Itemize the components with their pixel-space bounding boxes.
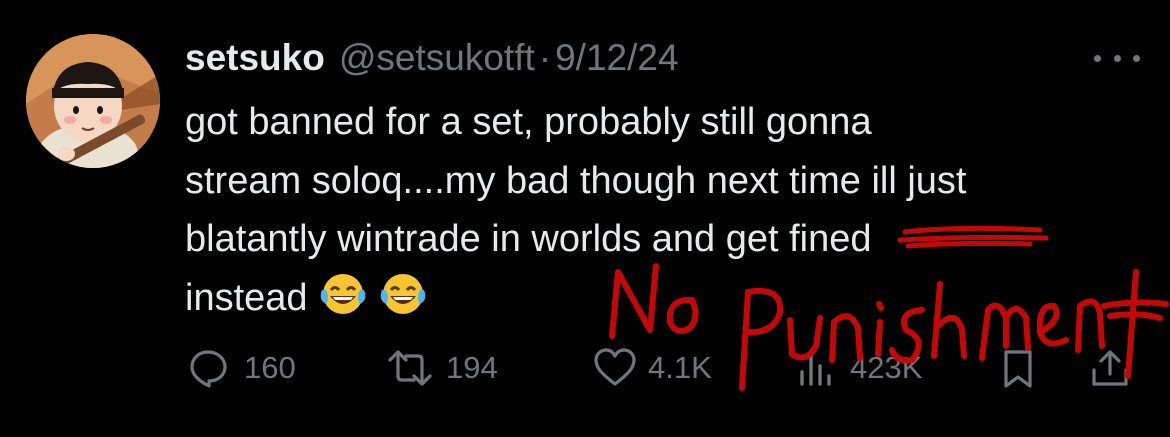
tears-of-joy-icon <box>320 273 365 314</box>
bookmark-icon <box>1004 350 1032 388</box>
like-button[interactable]: 4.1K <box>592 340 712 396</box>
more-dot <box>1133 54 1140 62</box>
tweet-header: setsuko @setsukotft · 9/12/24 <box>185 30 679 86</box>
display-name[interactable]: setsuko <box>185 37 325 79</box>
avatar-illustration <box>26 34 160 168</box>
share-button[interactable] <box>1088 340 1132 396</box>
bookmark-button[interactable] <box>998 340 1038 396</box>
laughing-emoji <box>378 270 428 334</box>
like-count: 4.1K <box>648 350 712 385</box>
avatar[interactable] <box>26 34 160 168</box>
tweet-text-line: got banned for a set, probably still gon… <box>185 101 872 143</box>
reply-count: 160 <box>244 350 296 385</box>
tweet-text-line: instead <box>185 269 1145 334</box>
views-icon <box>800 354 831 386</box>
reply-icon <box>190 350 227 388</box>
more-icon[interactable] <box>1094 46 1140 70</box>
more-dot <box>1113 54 1121 62</box>
retweet-button[interactable]: 194 <box>382 340 498 396</box>
tears-of-joy-icon <box>380 273 425 314</box>
tweet-text: got banned for a set, probably still gon… <box>185 93 1145 333</box>
views-button[interactable]: 423K <box>796 340 922 396</box>
user-handle[interactable]: @setsukotft <box>339 37 535 79</box>
tweet-text-line: stream soloq....my bad though next time … <box>185 159 967 202</box>
tweet-text-line: blatantly wintrade in worlds and get fin… <box>185 210 1145 269</box>
retweet-icon <box>388 350 432 386</box>
share-icon <box>1092 350 1128 386</box>
separator-dot: · <box>538 37 552 78</box>
reply-button[interactable]: 160 <box>186 340 296 396</box>
retweet-count: 194 <box>446 350 498 385</box>
views-count: 423K <box>850 350 923 385</box>
tweet-date[interactable]: 9/12/24 <box>555 37 678 79</box>
tweet-text-segment: blatantly wintrade in worlds and get <box>185 218 790 260</box>
scribbled-word: fined <box>789 218 872 260</box>
tweet-text-segment: instead <box>185 276 308 319</box>
more-dot <box>1094 54 1101 62</box>
like-icon <box>594 348 636 386</box>
laughing-emoji <box>318 270 368 334</box>
tweet-action-bar: 160 194 4.1K 423K <box>0 340 1170 396</box>
